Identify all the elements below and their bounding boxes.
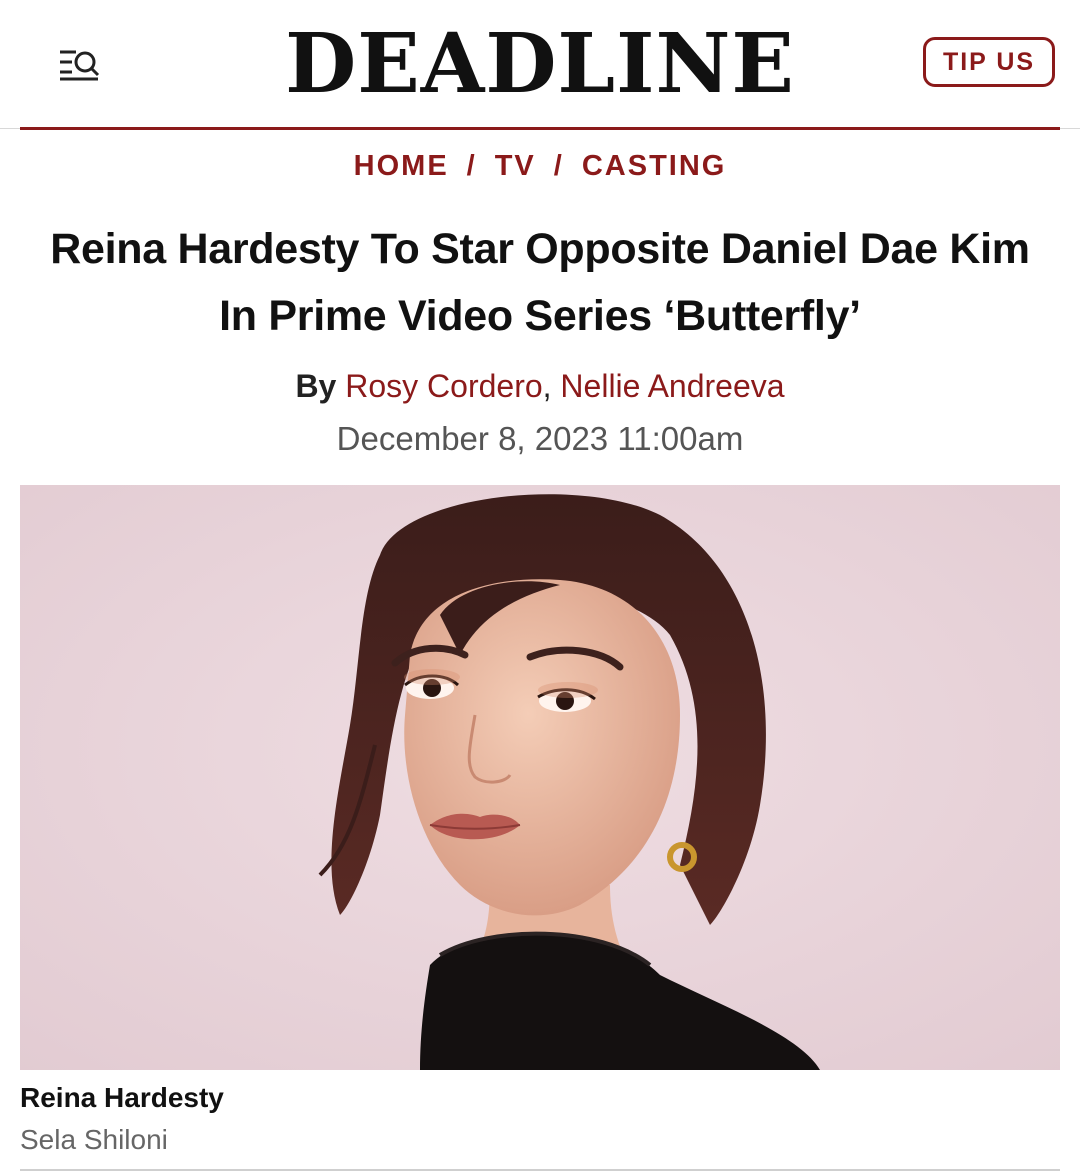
breadcrumb: HOME / TV / CASTING: [0, 150, 1080, 183]
breadcrumb-separator: /: [553, 150, 564, 182]
author-link[interactable]: Rosy Cordero: [345, 368, 542, 404]
article-headline: Reina Hardesty To Star Opposite Daniel D…: [50, 225, 1030, 340]
breadcrumb-home[interactable]: HOME: [354, 150, 449, 182]
site-logo[interactable]: DEADLINE: [0, 20, 1080, 108]
breadcrumb-tv[interactable]: TV: [495, 150, 536, 182]
hero-image: [20, 485, 1060, 1070]
caption-divider: [20, 1169, 1060, 1171]
breadcrumb-separator: /: [466, 150, 477, 182]
image-caption-name: Reina Hardesty: [20, 1082, 224, 1113]
byline-joiner: ,: [542, 368, 552, 404]
byline: By Rosy Cordero, Nellie Andreeva: [0, 368, 1080, 405]
byline-prefix: By: [295, 368, 337, 404]
publish-date: December 8, 2023 11:00am: [336, 420, 744, 457]
breadcrumb-casting[interactable]: CASTING: [582, 150, 727, 182]
header-divider: [20, 127, 1060, 130]
tip-us-button[interactable]: TIP US: [923, 37, 1055, 87]
image-credit: Sela Shiloni: [20, 1124, 168, 1155]
portrait-illustration: [20, 485, 1060, 1070]
author-link[interactable]: Nellie Andreeva: [560, 368, 784, 404]
site-header: DEADLINE TIP US: [0, 0, 1080, 129]
